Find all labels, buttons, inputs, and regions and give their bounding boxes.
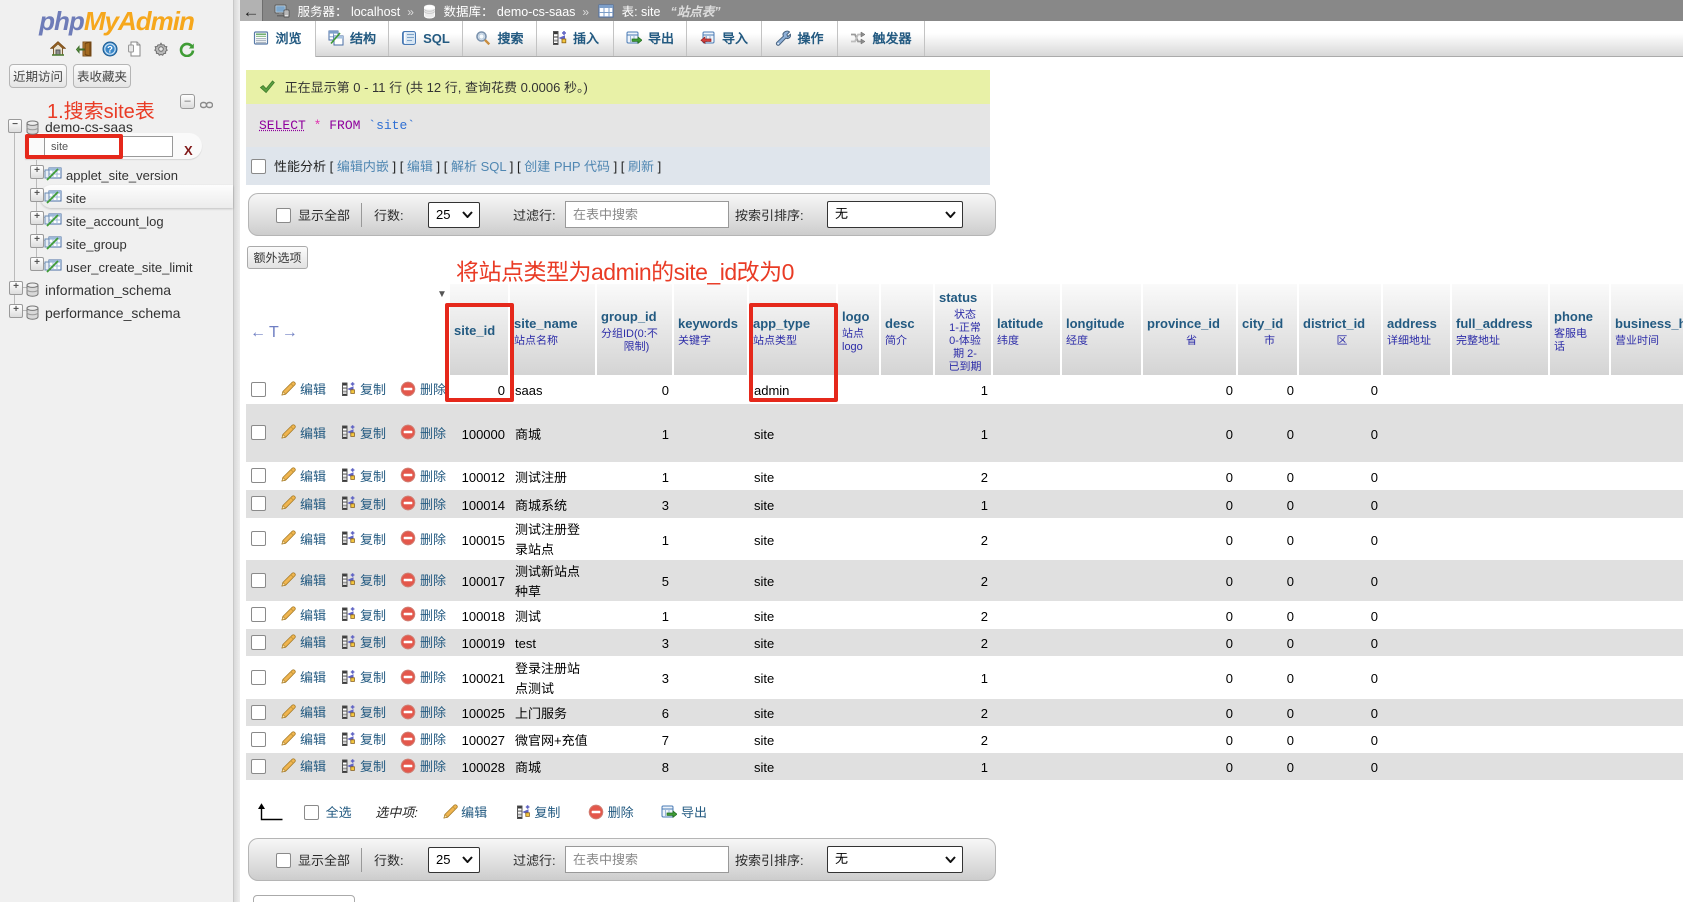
svg-text:?: ? <box>107 45 113 56</box>
